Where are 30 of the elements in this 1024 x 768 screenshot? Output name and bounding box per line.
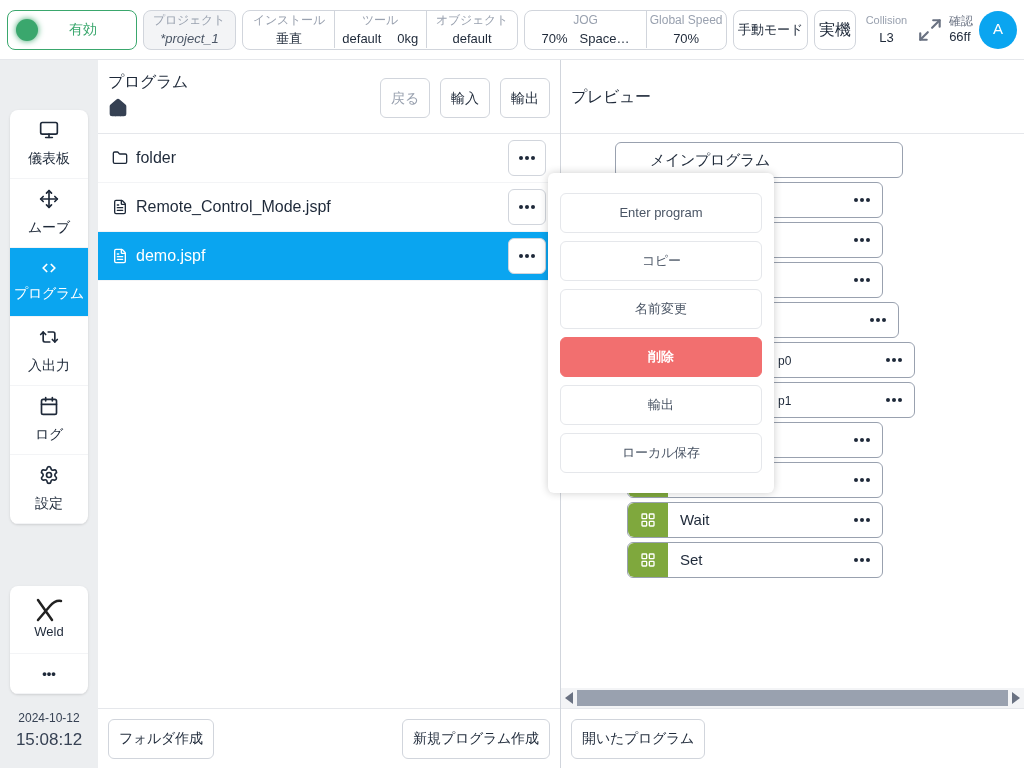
- confirm-label: 確認: [949, 13, 974, 29]
- speed-value: 70%: [541, 29, 568, 48]
- preview-title: プレビュー: [571, 86, 651, 107]
- block-label: Wait: [680, 511, 710, 528]
- file-name: folder: [136, 148, 178, 168]
- confirm-value: 66ff: [949, 28, 972, 46]
- date-text: 2024-10-12: [18, 709, 80, 727]
- install-label: ツール: [362, 11, 399, 29]
- time-text: 15:08:12: [15, 728, 83, 751]
- block-label: p1: [778, 394, 792, 408]
- status-label: 有効: [67, 20, 98, 39]
- install-value: 0kg: [397, 29, 419, 48]
- speed-value: Space…: [579, 29, 630, 48]
- project-name: *project_1: [160, 29, 219, 48]
- speed-label: JOG: [573, 11, 598, 29]
- file-name: Remote_Control_Mode.jspf: [136, 197, 332, 217]
- file-name: demo.jspf: [136, 246, 207, 266]
- collision-label: Collision: [865, 12, 908, 28]
- block-label: Set: [680, 551, 703, 568]
- install-value: default: [342, 29, 382, 48]
- speed-label: Global Speed: [649, 11, 723, 29]
- install-label: インストール: [252, 11, 325, 29]
- project-label: プロジェクト: [153, 11, 226, 29]
- collision-value: L3: [879, 29, 894, 47]
- install-value: 垂直: [275, 29, 302, 48]
- block-label: p0: [778, 354, 792, 368]
- speed-value: 70%: [673, 29, 700, 48]
- install-label: オブジェクト: [436, 11, 508, 29]
- install-value: default: [452, 29, 492, 48]
- panel-title: プログラム: [108, 72, 188, 92]
